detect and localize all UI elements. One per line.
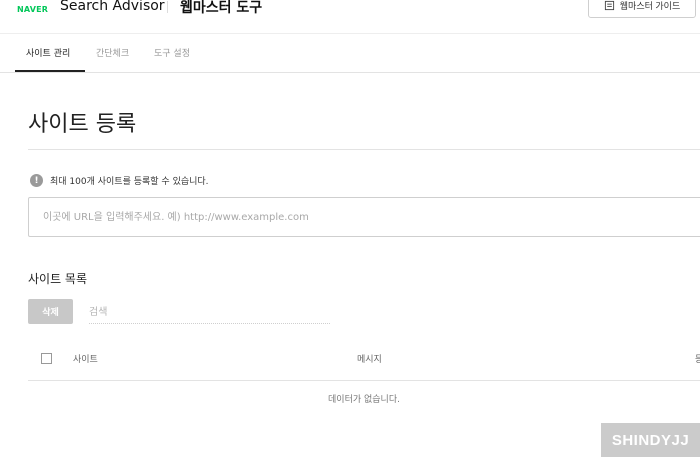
site-url-input[interactable]: [28, 197, 700, 237]
page-title: 사이트 등록: [28, 112, 137, 137]
top-header: NAVER Search Advisor 웹마스터 도구 웹마스터 가이드: [0, 0, 700, 34]
tab-site-management[interactable]: 사이트 관리: [26, 46, 70, 59]
site-list-title: 사이트 목록: [28, 272, 88, 286]
column-header-registered[interactable]: 등: [695, 352, 700, 365]
brand-divider: [167, 1, 168, 13]
watermark: SHINDYJJ: [601, 423, 700, 457]
search-input[interactable]: [89, 302, 330, 324]
active-tab-indicator: [15, 70, 85, 72]
guide-button-label: 웹마스터 가이드: [619, 0, 681, 11]
column-header-message[interactable]: 메시지: [357, 352, 382, 365]
select-all-checkbox[interactable]: [41, 353, 52, 364]
product-name[interactable]: 웹마스터 도구: [180, 0, 262, 17]
tab-tool-settings[interactable]: 도구 설정: [154, 46, 190, 59]
empty-table-message: 데이터가 없습니다.: [328, 395, 400, 405]
title-divider: [28, 149, 700, 150]
table-header: 사이트 메시지 등: [28, 343, 700, 381]
tab-quick-check[interactable]: 간단체크: [96, 46, 129, 59]
info-icon: !: [30, 174, 43, 187]
info-text: 최대 100개 사이트를 등록할 수 있습니다.: [50, 177, 209, 187]
naver-logo[interactable]: NAVER: [17, 5, 48, 14]
webmaster-guide-button[interactable]: 웹마스터 가이드: [588, 0, 696, 18]
brand-name[interactable]: Search Advisor: [60, 0, 165, 14]
tab-bar: 사이트 관리 간단체크 도구 설정: [0, 33, 700, 73]
column-header-site[interactable]: 사이트: [73, 352, 98, 365]
book-icon: [604, 0, 614, 10]
delete-button[interactable]: 삭제: [28, 299, 73, 324]
